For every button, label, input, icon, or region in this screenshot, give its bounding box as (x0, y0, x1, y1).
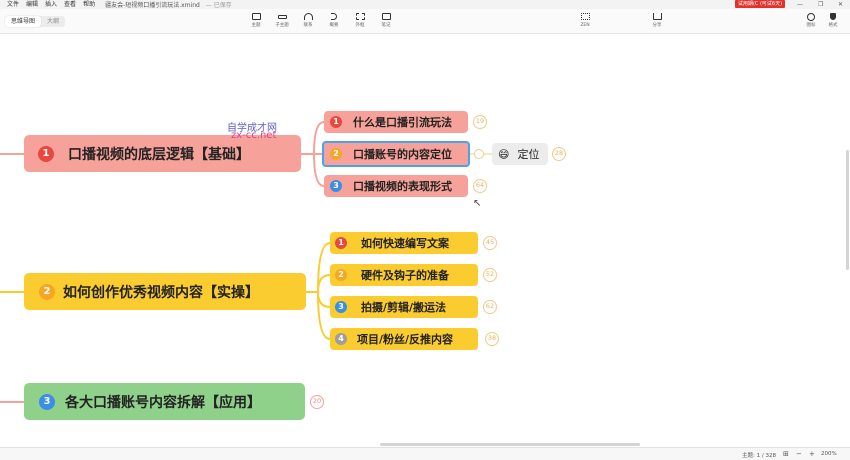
menu-edit[interactable]: 编辑 (26, 0, 38, 9)
main-topic-2[interactable]: 2 如何创作优秀视频内容【实操】 (24, 273, 306, 310)
status-bar: 主题: 1 / 328 ⊞ − + 200% (0, 447, 850, 460)
mouse-cursor-icon: ↖ (473, 198, 482, 209)
summary-icon (331, 13, 337, 20)
subtopic-icon (277, 15, 287, 19)
topic-icon (251, 13, 261, 20)
number-marker-icon: 3 (330, 180, 342, 192)
subtopic-2-1[interactable]: 1 如何快速编写文案 (330, 232, 478, 254)
tab-mindmap[interactable]: 思维导图 (5, 16, 42, 27)
mindmap-canvas[interactable]: 1 口播视频的底层逻辑【基础】 1 什么是口播引流玩法 19 2 口播账号的内容… (0, 35, 850, 446)
watermark-url: zx-cc.net (231, 130, 277, 141)
topic-title: 拍摄/剪辑/搬运法 (361, 301, 447, 314)
menu-view[interactable]: 查看 (64, 0, 76, 9)
topic-count-badge[interactable]: 45 (483, 236, 497, 250)
relationship-icon (303, 13, 313, 20)
topic-count-badge[interactable]: 28 (552, 147, 566, 161)
menu-insert[interactable]: 插入 (45, 0, 57, 9)
subtopic-1-3[interactable]: 3 口播视频的表现形式 (324, 175, 468, 197)
relationship-button[interactable]: 联系 (297, 11, 319, 31)
topic-count-badge[interactable]: 62 (483, 300, 497, 314)
topic-title: 什么是口播引流玩法 (353, 116, 452, 129)
number-marker-icon: 3 (39, 393, 55, 410)
collapse-toggle[interactable] (474, 149, 484, 159)
number-marker-icon: 1 (335, 237, 347, 249)
topic-title: 口播视频的底层逻辑【基础】 (68, 146, 250, 163)
menu-file[interactable]: 文件 (7, 0, 19, 9)
maximize-icon[interactable]: ❐ (818, 0, 823, 9)
icon-panel-button[interactable]: 图标 (800, 11, 822, 31)
topic-title: 各大口播账号内容拆解【应用】 (65, 394, 261, 411)
zoom-level[interactable]: 200% (821, 451, 837, 457)
smiley-icon (807, 13, 815, 21)
topic-count-badge[interactable]: 20 (310, 395, 324, 409)
topic-title: 项目/粉丝/反推内容 (357, 333, 454, 346)
zoom-in-button[interactable]: + (809, 450, 815, 458)
menu-help[interactable]: 帮助 (83, 0, 95, 9)
fullscreen-icon (580, 13, 590, 20)
note-icon (381, 13, 391, 20)
summary-button[interactable]: 概要 (323, 11, 345, 31)
topic-button[interactable]: 主题 (245, 11, 267, 31)
map-overview-icon[interactable]: ⊞ (783, 450, 789, 458)
vertical-scrollbar[interactable] (846, 150, 849, 270)
topic-count-badge[interactable]: 64 (473, 179, 487, 193)
view-switcher: 思维导图 大纲 (5, 16, 66, 27)
smiley-icon: 😄 (498, 147, 510, 161)
brush-icon (830, 13, 836, 20)
save-status: — 已保存 (205, 2, 232, 9)
number-marker-icon: 2 (39, 283, 55, 300)
topic-title: 口播账号的内容定位 (353, 148, 452, 161)
zoom-out-button[interactable]: − (796, 450, 802, 458)
topic-title: 硬件及钩子的准备 (361, 269, 449, 282)
boundary-button[interactable]: 外框 (349, 11, 371, 31)
topic-title: 如何创作优秀视频内容【实操】 (63, 284, 259, 301)
minimize-icon[interactable]: — (797, 0, 803, 9)
topic-count: 主题: 1 / 328 (742, 453, 776, 459)
subtopic-1-1[interactable]: 1 什么是口播引流玩法 (324, 111, 468, 133)
topic-count-badge[interactable]: 52 (483, 268, 497, 282)
zen-button[interactable]: ZEN (574, 11, 596, 31)
close-icon[interactable]: ✕ (838, 0, 843, 9)
number-marker-icon: 3 (335, 301, 347, 313)
subtopic-button[interactable]: 子主题 (271, 11, 293, 31)
topic-title: 定位 (517, 148, 540, 161)
number-marker-icon: 2 (335, 269, 347, 281)
tab-outline[interactable]: 大纲 (41, 16, 65, 27)
floating-topic-positioning[interactable]: 😄 定位 (492, 143, 548, 165)
note-button[interactable]: 笔记 (375, 11, 397, 31)
share-icon (652, 13, 662, 20)
number-marker-icon: 2 (330, 148, 342, 160)
subtopic-1-2-selected[interactable]: 2 口播账号的内容定位 (322, 141, 470, 167)
topic-title: 如何快速编写文案 (361, 237, 449, 250)
xmind-window: 文件 编辑 插入 查看 帮助 疆友会-短视频口播引流玩法.xmind — 已保存… (0, 0, 850, 460)
horizontal-scrollbar[interactable] (380, 443, 640, 446)
trial-button[interactable]: 试用期(C (可试6天) (735, 0, 785, 8)
number-marker-icon: 1 (330, 116, 342, 128)
file-name: 疆友会-短视频口播引流玩法.xmind (105, 2, 200, 9)
subtopic-2-3[interactable]: 3 拍摄/剪辑/搬运法 (330, 296, 478, 318)
number-marker-icon: 1 (38, 145, 54, 162)
boundary-icon (355, 13, 365, 20)
main-topic-3[interactable]: 3 各大口播账号内容拆解【应用】 (24, 383, 305, 420)
topic-count-badge[interactable]: 19 (473, 115, 487, 129)
subtopic-2-2[interactable]: 2 硬件及钩子的准备 (330, 264, 478, 286)
format-panel-button[interactable]: 格式 (822, 11, 844, 31)
topic-title: 口播视频的表现形式 (353, 180, 452, 193)
topic-count-badge[interactable]: 38 (485, 332, 499, 346)
subtopic-2-4[interactable]: 4 项目/粉丝/反推内容 (330, 328, 478, 350)
number-marker-icon: 4 (335, 333, 347, 345)
share-button[interactable]: 分享 (646, 11, 668, 31)
toolbar: 思维导图 大纲 主题 子主题 联系 概要 外框 笔记 ZEN 分享 图标 格式 (0, 9, 850, 34)
menu-bar: 文件 编辑 插入 查看 帮助 疆友会-短视频口播引流玩法.xmind — 已保存 (0, 0, 850, 9)
